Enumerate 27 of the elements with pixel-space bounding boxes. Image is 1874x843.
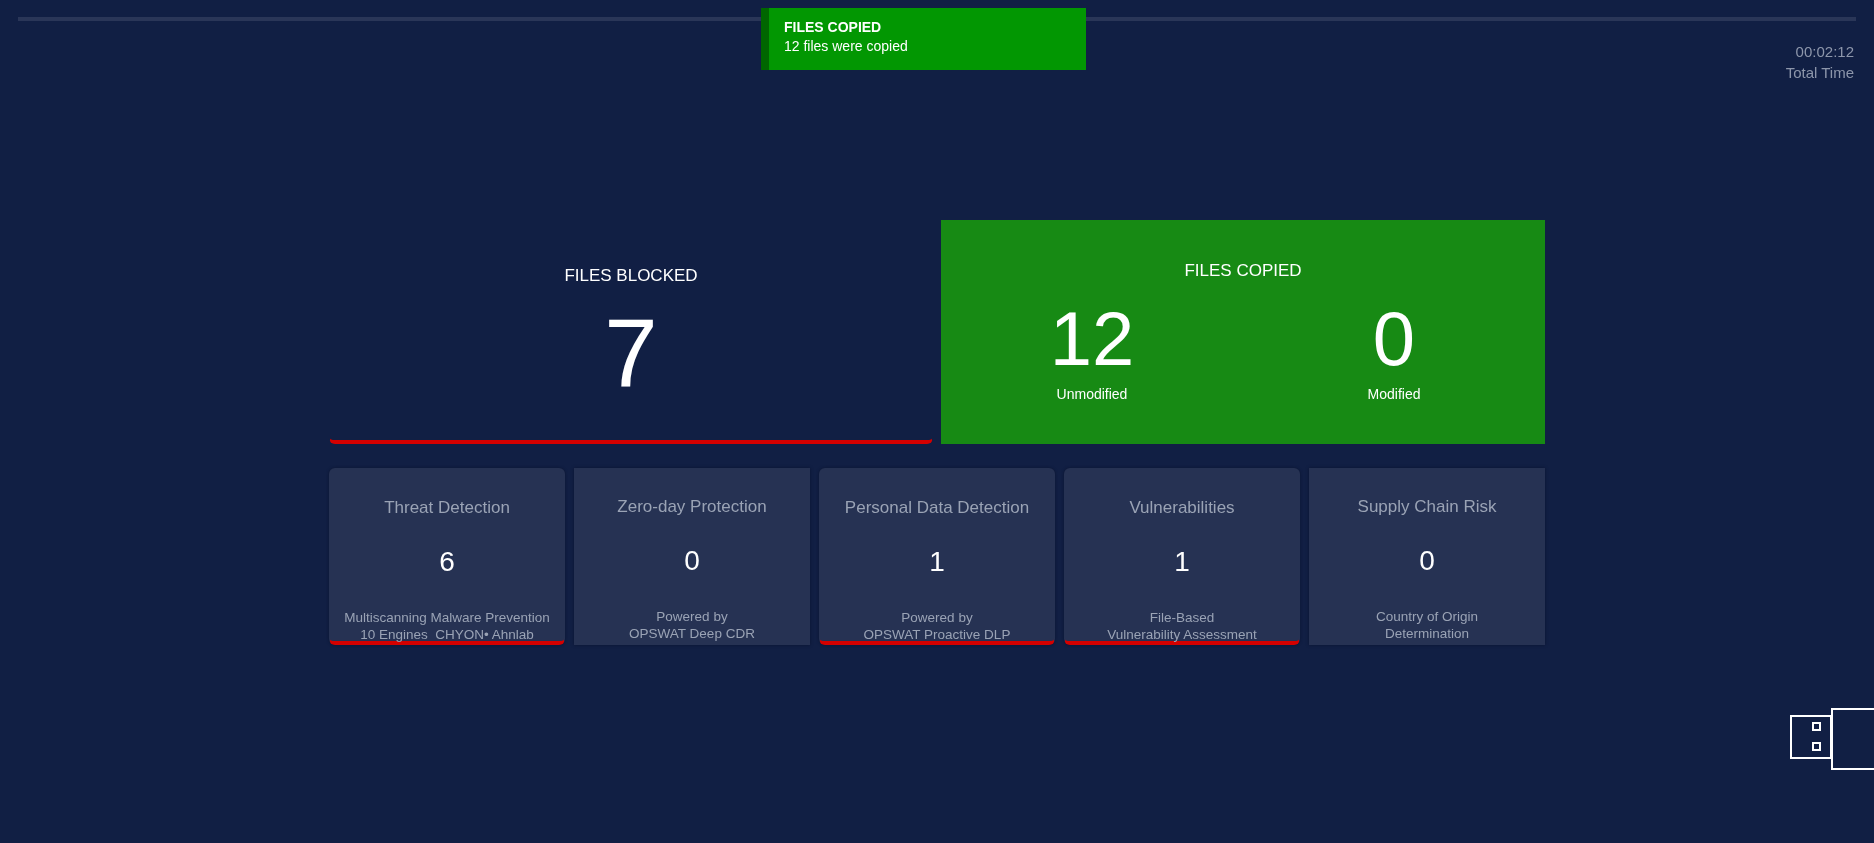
card-count: 0 — [1419, 543, 1435, 578]
panel-title: FILES BLOCKED — [564, 265, 698, 287]
card-count: 1 — [929, 544, 945, 579]
card-description: Powered by OPSWAT Proactive DLP — [863, 608, 1011, 643]
timer-label: Total Time — [1785, 63, 1854, 83]
toast-title: FILES COPIED — [784, 18, 883, 36]
card-title: Threat Detection — [384, 497, 510, 519]
card-description: Multiscanning Malware Prevention 10 Engines CHYON• Ahnlab — [344, 608, 550, 643]
stat-value: 0 — [1372, 294, 1416, 383]
card-title: Vulnerabilities — [1129, 497, 1235, 519]
card-count: 0 — [684, 543, 700, 578]
panel-title: FILES COPIED — [1184, 260, 1302, 282]
stat-value: 12 — [1049, 294, 1135, 383]
timer-value: 00:02:12 — [1795, 42, 1854, 62]
card-title: Personal Data Detection — [844, 497, 1030, 519]
card-description: Powered by OPSWAT Deep CDR — [629, 607, 755, 642]
card-title: Zero-day Protection — [617, 496, 767, 518]
usb-drive-icon — [1790, 708, 1874, 770]
toast-message: 12 files were copied — [784, 37, 909, 56]
card-title: Supply Chain Risk — [1357, 496, 1497, 518]
card-count: 6 — [439, 544, 455, 579]
stat-label: Unmodified — [1056, 384, 1128, 404]
blocked-count: 7 — [604, 297, 658, 408]
stat-label: Modified — [1367, 384, 1421, 404]
card-description: Country of Origin Determination — [1375, 607, 1478, 642]
card-count: 1 — [1174, 544, 1190, 579]
card-description: File-Based Vulnerability Assessment — [1107, 608, 1257, 643]
